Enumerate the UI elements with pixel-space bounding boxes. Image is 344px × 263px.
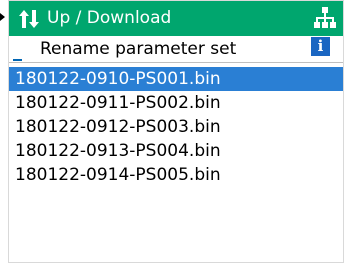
- network-tree-icon[interactable]: [314, 6, 336, 30]
- list-item[interactable]: 180122-0913-PS004.bin: [9, 139, 343, 163]
- list-item[interactable]: 180122-0914-PS005.bin: [9, 163, 343, 187]
- subheader: Rename parameter set i: [9, 36, 343, 62]
- page-title: Up / Download: [47, 8, 172, 28]
- file-list: 180122-0910-PS001.bin 180122-0911-PS002.…: [9, 67, 343, 187]
- list-item[interactable]: 180122-0910-PS001.bin: [9, 67, 343, 91]
- title-bar: Up / Download: [9, 1, 343, 36]
- focus-indicator: [13, 59, 22, 61]
- list-item[interactable]: 180122-0911-PS002.bin: [9, 91, 343, 115]
- subheader-label: Rename parameter set: [40, 39, 237, 59]
- device-screen: Up / Download Rename parameter set i 180…: [8, 0, 344, 263]
- selection-pointer: [0, 13, 5, 21]
- up-down-arrows-icon: [19, 10, 39, 28]
- divider: [9, 62, 343, 63]
- info-icon[interactable]: i: [311, 37, 330, 56]
- list-item[interactable]: 180122-0912-PS003.bin: [9, 115, 343, 139]
